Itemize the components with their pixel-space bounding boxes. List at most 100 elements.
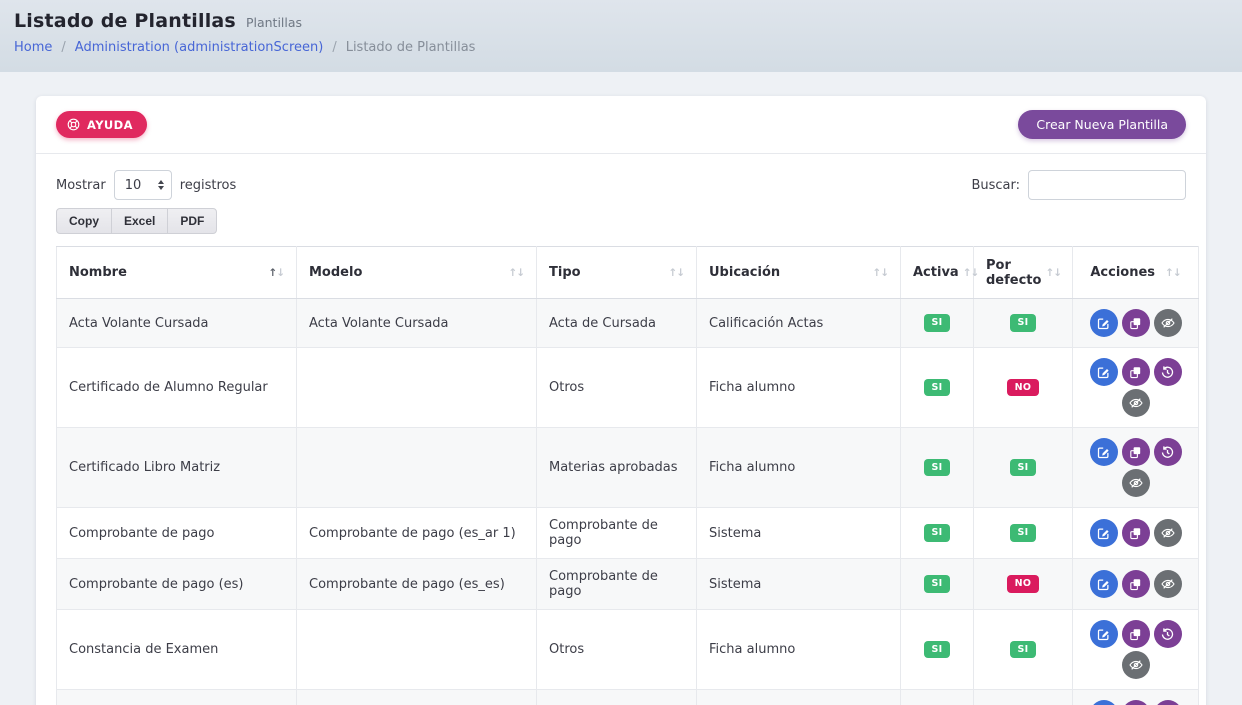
edit-action-button[interactable] xyxy=(1089,700,1118,705)
copy-action-button[interactable] xyxy=(1121,438,1150,466)
cell-nombre: Certificado Libro Matriz xyxy=(56,427,297,508)
table-header-row: Nombre ↑↓ Modelo ↑↓ Tipo ↑↓ Ubicación ↑↓ Activa ↑… xyxy=(56,246,1199,299)
breadcrumb-administration[interactable]: Administration (administrationScreen) xyxy=(75,40,324,55)
hide-action-button[interactable] xyxy=(1153,519,1182,547)
export-excel-button[interactable]: Excel xyxy=(111,208,169,234)
cell-tipo: Otros xyxy=(536,347,697,428)
edit-pencil-square-icon xyxy=(1096,577,1111,592)
table-row: Certificado Libro Matriz Materias aprobad… xyxy=(56,427,1199,508)
column-header-por-defecto[interactable]: Por defecto ↑↓ xyxy=(973,246,1073,299)
cell-acciones xyxy=(1072,689,1199,705)
cell-por_defecto: NO xyxy=(973,689,1073,705)
column-header-label: Activa xyxy=(913,265,959,280)
copy-action-button[interactable] xyxy=(1121,358,1150,386)
duplicate-icon xyxy=(1128,627,1143,642)
cell-modelo: Comprobante de pago (es_es) xyxy=(296,558,537,610)
sort-icons: ↑↓ xyxy=(268,266,285,279)
cell-modelo xyxy=(296,689,537,705)
cell-tipo: Comprobante de pago xyxy=(536,558,697,610)
history-action-button[interactable] xyxy=(1153,438,1182,466)
edit-action-button[interactable] xyxy=(1089,309,1118,337)
sort-icons: ↑↓ xyxy=(508,266,525,279)
cell-nombre: Constancia de Preinscripción xyxy=(56,689,297,705)
edit-action-button[interactable] xyxy=(1089,620,1118,648)
column-header-modelo[interactable]: Modelo ↑↓ xyxy=(296,246,537,299)
cell-acciones xyxy=(1072,609,1199,690)
duplicate-icon xyxy=(1128,316,1143,331)
cell-ubicacion: Ficha alumno xyxy=(696,609,901,690)
cell-por_defecto: SI xyxy=(973,609,1073,690)
cell-nombre: Certificado de Alumno Regular xyxy=(56,347,297,428)
copy-action-button[interactable] xyxy=(1121,620,1150,648)
cell-acciones xyxy=(1072,507,1199,559)
help-button[interactable]: AYUDA xyxy=(56,111,147,138)
column-header-activa[interactable]: Activa ↑↓ xyxy=(900,246,979,299)
cell-activa: SI xyxy=(900,427,974,508)
cell-ubicacion: Ficha alumno xyxy=(696,347,901,428)
create-template-button[interactable]: Crear Nueva Plantilla xyxy=(1018,110,1186,139)
copy-action-button[interactable] xyxy=(1121,570,1150,598)
templates-table: Nombre ↑↓ Modelo ↑↓ Tipo ↑↓ Ubicación ↑↓ Activa ↑… xyxy=(56,246,1199,705)
eye-slash-icon xyxy=(1128,395,1144,411)
history-action-button[interactable] xyxy=(1153,700,1182,705)
life-ring-icon xyxy=(66,117,81,132)
cell-ubicacion: Calificación Actas xyxy=(696,298,901,348)
edit-action-button[interactable] xyxy=(1089,570,1118,598)
column-header-acciones[interactable]: Acciones ↑↓ xyxy=(1072,246,1199,299)
column-header-nombre[interactable]: Nombre ↑↓ xyxy=(56,246,297,299)
table-row: Acta Volante Cursada Acta Volante Cursada… xyxy=(56,298,1199,348)
duplicate-icon xyxy=(1128,577,1143,592)
hide-action-button[interactable] xyxy=(1121,389,1150,417)
page-header: Listado de Plantillas Plantillas Home / … xyxy=(0,0,1242,72)
copy-action-button[interactable] xyxy=(1121,519,1150,547)
duplicate-icon xyxy=(1128,526,1143,541)
copy-action-button[interactable] xyxy=(1121,309,1150,337)
breadcrumb-current: Listado de Plantillas xyxy=(345,40,476,55)
active-badge: SI xyxy=(923,640,951,659)
cell-por_defecto: NO xyxy=(973,347,1073,428)
cell-acciones xyxy=(1072,558,1199,610)
breadcrumb-separator: / xyxy=(61,40,66,55)
active-badge: SI xyxy=(923,575,951,593)
column-header-tipo[interactable]: Tipo ↑↓ xyxy=(536,246,697,299)
cell-tipo: Materias aprobadas xyxy=(536,427,697,508)
sort-icons: ↑↓ xyxy=(1045,266,1062,279)
edit-action-button[interactable] xyxy=(1089,438,1118,466)
column-header-label: Tipo xyxy=(549,265,581,280)
breadcrumb-home[interactable]: Home xyxy=(14,40,52,55)
cell-activa: SI xyxy=(900,298,974,348)
cell-tipo: Otros xyxy=(536,609,697,690)
page-size-select[interactable]: 10 xyxy=(113,170,172,200)
hide-action-button[interactable] xyxy=(1153,309,1182,337)
help-button-label: AYUDA xyxy=(87,117,133,132)
edit-pencil-square-icon xyxy=(1096,445,1111,460)
history-action-button[interactable] xyxy=(1153,358,1182,386)
copy-action-button[interactable] xyxy=(1121,700,1150,705)
hide-action-button[interactable] xyxy=(1153,570,1182,598)
default-badge: NO xyxy=(1006,575,1040,593)
active-badge: SI xyxy=(923,314,951,332)
export-pdf-button[interactable]: PDF xyxy=(167,208,218,234)
eye-slash-icon xyxy=(1128,475,1144,491)
column-header-ubicaci-n[interactable]: Ubicación ↑↓ xyxy=(696,246,901,299)
history-clock-icon xyxy=(1160,445,1175,460)
cell-activa: SI xyxy=(900,609,974,690)
default-badge: SI xyxy=(1009,640,1037,659)
search-input[interactable] xyxy=(1028,170,1186,200)
hide-action-button[interactable] xyxy=(1121,651,1150,679)
cell-tipo: Acta de Cursada xyxy=(536,298,697,348)
card-toolbar: AYUDA Crear Nueva Plantilla xyxy=(36,96,1206,154)
history-clock-icon xyxy=(1160,365,1175,380)
hide-action-button[interactable] xyxy=(1121,469,1150,497)
cell-por_defecto: NO xyxy=(973,558,1073,610)
export-copy-button[interactable]: Copy xyxy=(56,208,112,234)
edit-action-button[interactable] xyxy=(1089,358,1118,386)
cell-nombre: Constancia de Examen xyxy=(56,609,297,690)
default-badge: SI xyxy=(1009,524,1037,542)
column-header-label: Nombre xyxy=(69,265,127,280)
column-header-label: Ubicación xyxy=(709,265,781,280)
page-subtitle: Plantillas xyxy=(245,15,303,30)
edit-action-button[interactable] xyxy=(1089,519,1118,547)
history-action-button[interactable] xyxy=(1153,620,1182,648)
duplicate-icon xyxy=(1128,445,1143,460)
